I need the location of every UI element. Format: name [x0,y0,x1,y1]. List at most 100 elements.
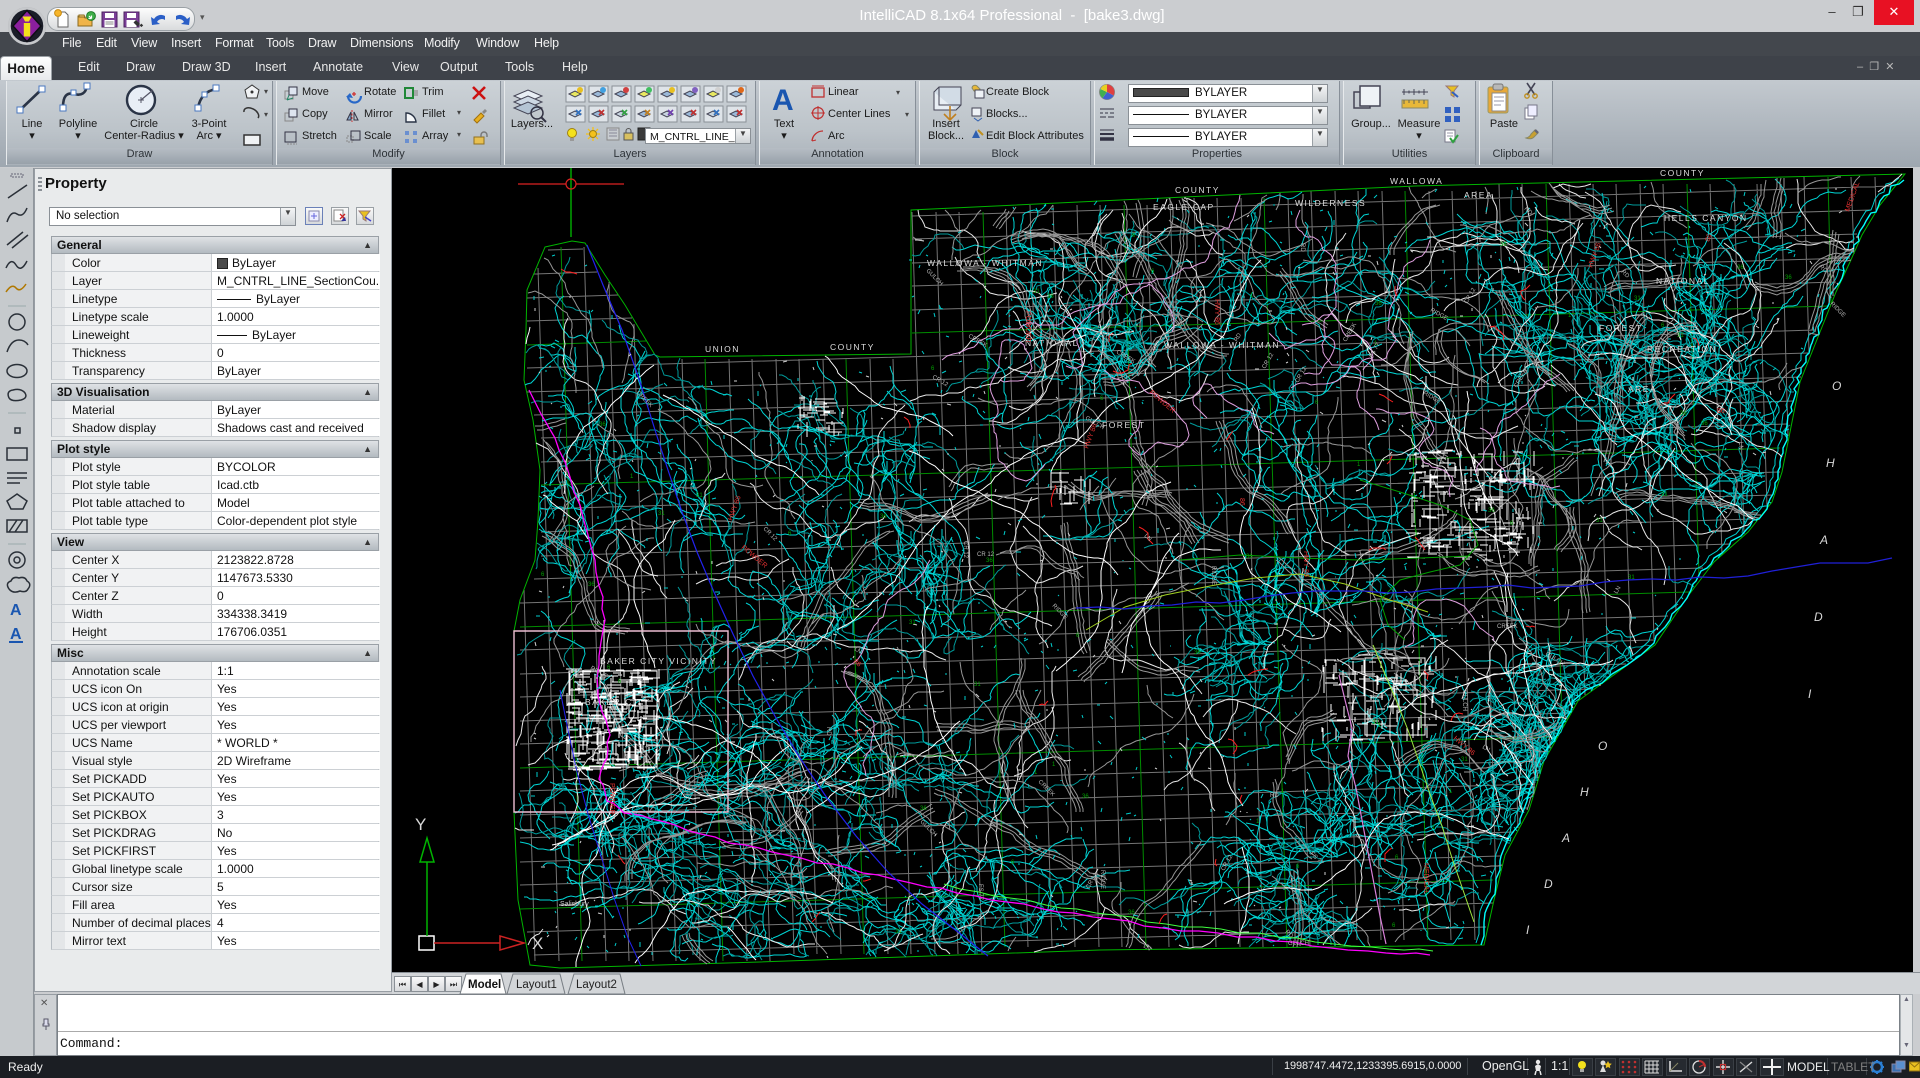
svg-text:36: 36 [588,582,595,588]
svg-text:6: 6 [1011,860,1015,866]
svg-text:FOREST: FOREST [1102,420,1145,430]
svg-text:36: 36 [599,422,606,428]
svg-text:Layout2: Layout2 [576,979,617,991]
svg-text:36: 36 [1082,794,1089,800]
svg-text:31: 31 [1461,757,1468,763]
svg-text:X: X [532,934,543,953]
svg-text:RD: RD [825,727,831,736]
svg-text:31: 31 [1661,492,1668,498]
svg-text:31: 31 [895,929,902,935]
svg-text:COUNTY: COUNTY [1660,168,1705,178]
svg-text:RIDGE: RIDGE [1829,301,1847,319]
svg-text:Layout1: Layout1 [516,979,557,991]
svg-text:CR 12: CR 12 [962,541,968,559]
svg-text:6: 6 [1315,400,1319,406]
svg-text:D: D [1814,610,1823,624]
svg-text:WILDERNESS: WILDERNESS [1295,198,1366,208]
svg-text:6: 6 [1296,864,1300,870]
svg-text:AREA: AREA [1628,384,1657,394]
svg-text:31: 31 [658,511,665,517]
svg-text:FS 77: FS 77 [977,884,983,901]
svg-text:FS 77: FS 77 [1309,851,1325,867]
svg-text:36: 36 [1680,411,1687,417]
svg-text:MEDICAL: MEDICAL [1844,181,1861,213]
svg-text:31: 31 [1677,333,1684,339]
svg-text:36: 36 [1500,242,1507,248]
svg-text:36: 36 [1488,508,1495,514]
svg-text:6: 6 [1661,323,1665,329]
svg-text:RD: RD [1523,206,1534,217]
svg-text:O: O [1598,739,1607,753]
svg-text:6: 6 [788,531,792,537]
svg-text:D: D [1544,877,1553,891]
svg-text:CREEK: CREEK [1037,779,1056,798]
svg-text:31: 31 [1634,296,1641,302]
svg-text:MEDICAL: MEDICAL [1422,863,1429,894]
svg-text:86: 86 [852,658,863,668]
svg-text:36: 36 [1375,301,1382,307]
svg-text:EAGLE CAP: EAGLE CAP [1153,202,1215,212]
svg-text:31: 31 [909,620,916,626]
svg-text:A: A [772,84,794,117]
svg-text:A: A [1561,831,1570,845]
svg-text:HWY 86: HWY 86 [1213,299,1220,325]
svg-text:AREA: AREA [1464,190,1493,200]
svg-text:CR 12: CR 12 [931,375,949,389]
svg-text:31: 31 [1596,518,1603,524]
svg-text:RD: RD [1299,243,1305,252]
svg-text:RECREATION: RECREATION [1647,344,1717,354]
svg-text:POWDER: POWDER [1148,389,1177,415]
svg-text:WALLOWA - WHITMAN: WALLOWA - WHITMAN [927,258,1043,268]
svg-text:HWY 86: HWY 86 [1302,551,1309,577]
svg-text:BAKER CITY: BAKER CITY [585,697,651,707]
svg-text:1: 1 [1034,770,1038,776]
svg-text:H: H [1826,456,1835,470]
svg-text:COUNTY: COUNTY [830,342,875,352]
svg-text:WALLOWA: WALLOWA [1390,176,1443,186]
svg-text:HWY 86: HWY 86 [1083,423,1098,450]
svg-text:A: A [1819,533,1828,547]
svg-text:36: 36 [1701,421,1708,427]
svg-text:COUNTY: COUNTY [1175,185,1220,195]
svg-text:GULCH: GULCH [919,819,938,838]
svg-text:I: I [1526,923,1530,937]
svg-text:WALLOWA - WHITMAN: WALLOWA - WHITMAN [1164,340,1280,350]
svg-text:36: 36 [1737,265,1744,271]
svg-text:1: 1 [1052,762,1056,768]
svg-text:CREEK: CREEK [1343,322,1359,343]
svg-text:6: 6 [541,572,545,578]
svg-text:GULCH: GULCH [925,268,944,287]
svg-text:RD: RD [1270,793,1279,799]
svg-text:RD: RD [1620,269,1631,280]
svg-text:36: 36 [986,558,993,564]
svg-text:CR 12: CR 12 [977,552,995,558]
svg-text:6: 6 [1392,923,1396,929]
svg-text:6: 6 [1100,396,1104,402]
svg-text:31: 31 [974,682,981,688]
svg-text:Salisbury: Salisbury [560,901,589,908]
svg-text:HELLS CANYON: HELLS CANYON [1664,213,1748,223]
svg-text:CR 12: CR 12 [1262,352,1276,370]
svg-text:GULCH: GULCH [1461,690,1467,711]
svg-text:POWDER: POWDER [1024,311,1031,343]
svg-text:HWY 86: HWY 86 [1587,242,1602,269]
svg-text:6: 6 [1395,855,1399,861]
svg-text:1: 1 [1357,462,1361,468]
svg-text:A: A [10,626,22,643]
svg-text:RIDGE: RIDGE [1422,391,1441,406]
svg-text:LN: LN [1737,442,1743,450]
svg-text:HWY 86: HWY 86 [727,495,742,522]
svg-text:1: 1 [1449,789,1453,795]
svg-text:36: 36 [1194,650,1201,656]
svg-text:NATIONAL: NATIONAL [1025,338,1079,348]
svg-text:UNION: UNION [705,344,740,354]
svg-text:O: O [1832,379,1841,393]
svg-text:A: A [10,602,22,619]
svg-text:I: I [1808,687,1812,701]
svg-text:86: 86 [1717,408,1725,415]
svg-text:FOREST: FOREST [1599,323,1642,333]
svg-text:36: 36 [920,806,927,812]
svg-text:▾: ▾ [264,110,268,119]
svg-text:NATIONAL: NATIONAL [1656,276,1710,286]
svg-text:36: 36 [880,514,887,520]
